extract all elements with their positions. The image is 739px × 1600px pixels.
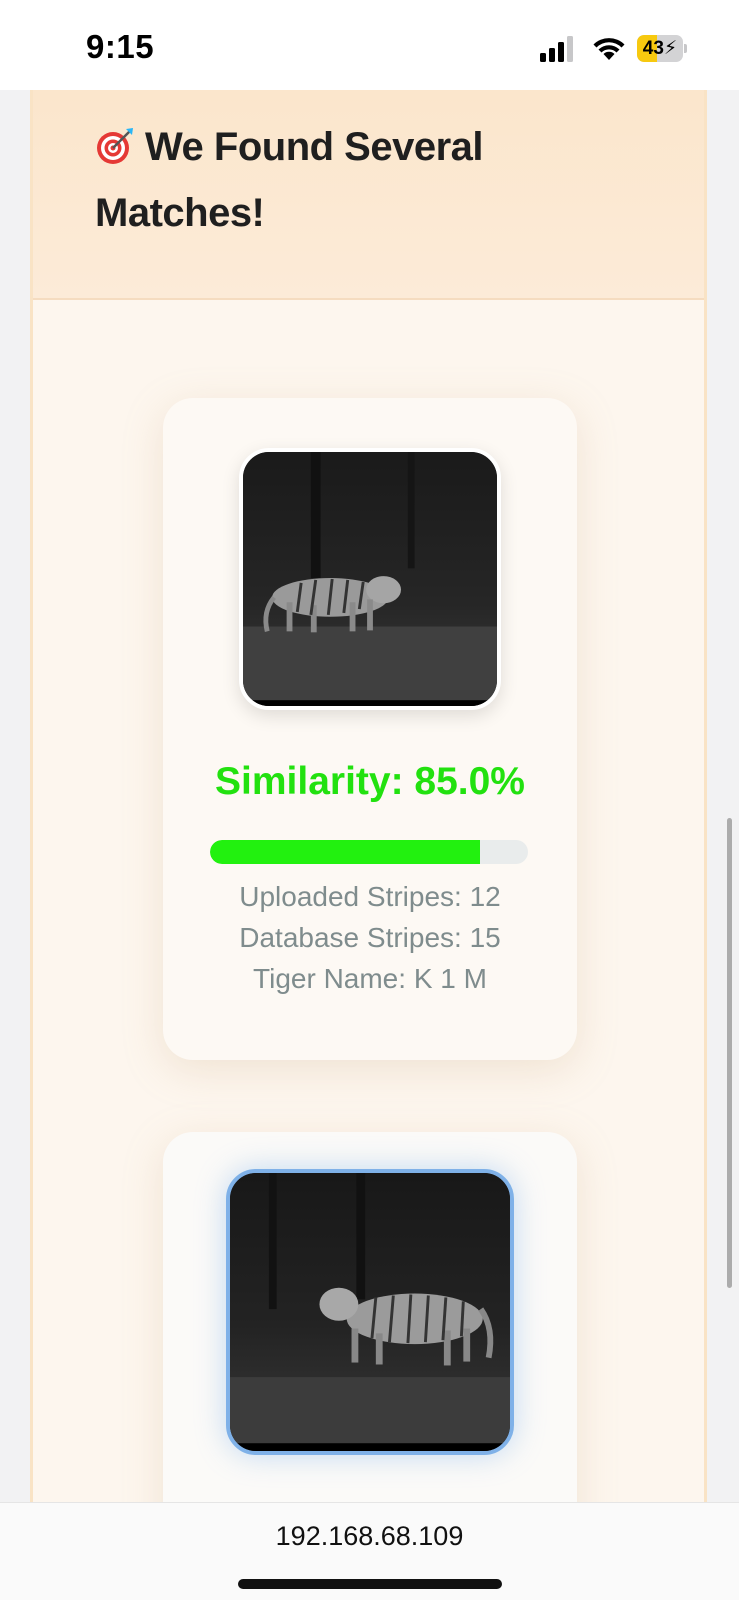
charging-bolt-icon: ⚡ — [663, 38, 678, 59]
similarity-score: Similarity: 85.0% — [215, 760, 525, 803]
results-header: We Found Several Matches! — [33, 90, 704, 300]
similarity-bar-fill — [210, 840, 481, 864]
battery-level: 43 — [642, 38, 664, 59]
browser-address-bar[interactable]: 192.168.68.109 — [0, 1502, 739, 1600]
battery-icon: 43⚡ — [637, 35, 687, 62]
url-text[interactable]: 192.168.68.109 — [0, 1521, 739, 1552]
database-stripes: Database Stripes: 15 — [239, 922, 501, 953]
tiger-photo-image — [243, 452, 497, 706]
match-card[interactable]: Similarity: 85.0% Uploaded Stripes: 12 D… — [163, 398, 577, 1060]
target-icon — [97, 128, 133, 164]
status-bar: 9:15 43⚡ — [0, 0, 739, 90]
uploaded-stripes: Uploaded Stripes: 12 — [239, 881, 501, 912]
signal-icon — [540, 36, 573, 62]
home-indicator[interactable] — [238, 1579, 502, 1589]
tiger-photo-image — [230, 1173, 510, 1451]
status-time: 9:15 — [86, 28, 155, 65]
tiger-photo[interactable] — [239, 448, 501, 710]
wifi-icon — [593, 38, 625, 60]
results-panel: We Found Several Matches! Similarity: 85… — [30, 90, 707, 1502]
scrollbar[interactable] — [727, 818, 732, 1288]
match-card[interactable] — [163, 1132, 577, 1502]
page-title: We Found Several Matches! — [95, 114, 615, 246]
tiger-photo[interactable] — [226, 1169, 514, 1455]
tiger-name: Tiger Name: K 1 M — [253, 963, 487, 994]
similarity-bar — [210, 840, 528, 864]
page-title-text: We Found Several Matches! — [95, 125, 484, 235]
